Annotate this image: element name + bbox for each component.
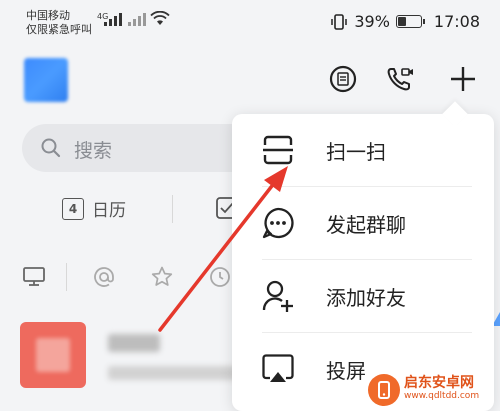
calendar-label: 日历	[92, 201, 126, 221]
chat-avatar[interactable]	[20, 322, 86, 388]
watermark-url: www.qdltdd.com	[404, 391, 480, 401]
vibrate-icon	[331, 13, 348, 30]
watermark-name: 启东安卓网	[404, 375, 474, 391]
search-icon	[41, 138, 61, 158]
watermark: 启东安卓网 www.qdltdd.com	[368, 372, 498, 408]
desktop-icon[interactable]	[22, 265, 46, 289]
calendar-icon: 4	[62, 197, 84, 220]
mini-program-icon[interactable]	[326, 62, 360, 96]
chat-bubble-icon	[260, 205, 296, 241]
divider	[172, 195, 173, 223]
search-placeholder: 搜索	[74, 140, 113, 162]
menu-label-scan: 扫一扫	[326, 139, 386, 164]
add-menu-popover: 扫一扫 发起群聊 添加好友 投屏	[232, 114, 494, 411]
signal-icon	[104, 13, 122, 26]
battery-percent: 39%	[354, 12, 390, 31]
menu-item-scan[interactable]: 扫一扫	[232, 114, 494, 186]
profile-avatar[interactable]	[24, 58, 68, 102]
clock-icon[interactable]	[208, 265, 232, 289]
screen-cast-icon	[260, 351, 296, 387]
phone-video-icon[interactable]	[384, 62, 418, 96]
battery-fill	[397, 17, 407, 26]
status-right: 39% 17:08	[330, 12, 480, 31]
scan-icon	[260, 132, 296, 168]
calendar-shortcut[interactable]: 4 日历	[62, 196, 126, 221]
plus-icon[interactable]	[446, 62, 480, 96]
signal-2-icon	[128, 13, 146, 26]
chat-name-redacted	[108, 334, 160, 352]
status-bar: 中国移动 仅限紧急呼叫 4G 39% 17:08	[0, 0, 500, 42]
menu-label-add-friend: 添加好友	[326, 285, 406, 310]
watermark-logo-icon	[368, 374, 400, 406]
carrier-status: 仅限紧急呼叫	[26, 23, 92, 36]
battery-icon	[395, 15, 425, 28]
menu-label-screen-cast: 投屏	[326, 358, 366, 383]
star-icon[interactable]	[150, 265, 174, 289]
wifi-icon	[150, 11, 170, 25]
carrier-info: 中国移动 仅限紧急呼叫	[26, 9, 92, 37]
divider	[66, 263, 67, 291]
menu-item-add-friend[interactable]: 添加好友	[232, 260, 494, 332]
clock: 17:08	[433, 12, 480, 31]
menu-label-group-chat: 发起群聊	[326, 212, 406, 237]
menu-item-group-chat[interactable]: 发起群聊	[232, 187, 494, 259]
at-mention-icon[interactable]	[92, 265, 116, 289]
add-friend-icon	[260, 278, 296, 314]
carrier-name: 中国移动	[26, 9, 70, 22]
